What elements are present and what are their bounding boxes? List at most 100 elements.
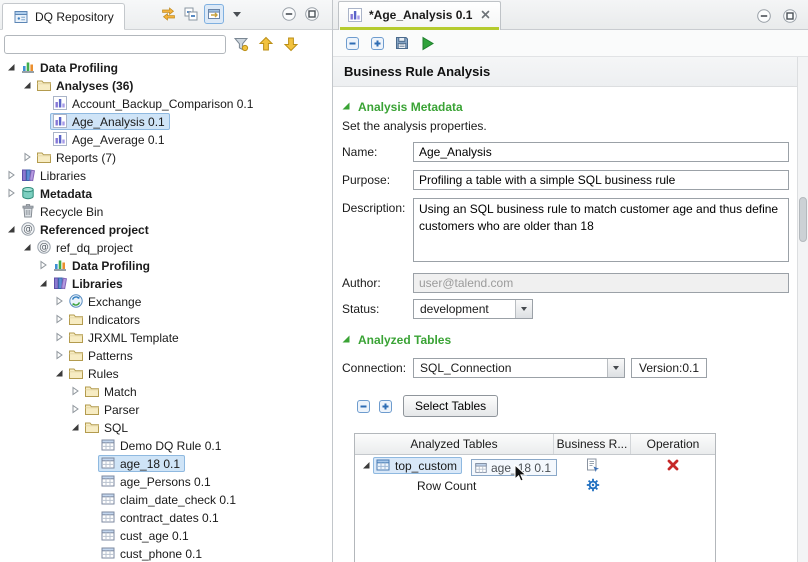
- tree-node[interactable]: Libraries: [50, 275, 128, 292]
- select-tables-button[interactable]: Select Tables: [403, 395, 498, 417]
- status-dropdown[interactable]: development: [413, 299, 533, 319]
- maximize-icon[interactable]: [302, 4, 322, 24]
- view-menu-icon[interactable]: [227, 4, 247, 24]
- tree-node[interactable]: age_Persons 0.1: [98, 473, 216, 490]
- twistie-expanded-icon[interactable]: [4, 224, 18, 234]
- description-field[interactable]: Using an SQL business rule to match cust…: [413, 198, 789, 262]
- tree-node[interactable]: Recycle Bin: [18, 203, 108, 220]
- expand-rows-icon[interactable]: [377, 398, 394, 415]
- tree-item-ref-dq-project[interactable]: @ref_dq_project: [0, 238, 332, 256]
- tree-item-metadata[interactable]: Metadata: [0, 184, 332, 202]
- tree-item-demo-dq-rule-0-1[interactable]: Demo DQ Rule 0.1: [0, 436, 332, 454]
- tree-item-libraries[interactable]: Libraries: [0, 274, 332, 292]
- tree-node[interactable]: contract_dates 0.1: [98, 509, 224, 526]
- twistie-collapsed-icon[interactable]: [4, 188, 18, 198]
- tree-item-reports-7[interactable]: Reports (7): [0, 148, 332, 166]
- editor-scrollbar[interactable]: [797, 57, 808, 562]
- collapse-sections-icon[interactable]: [342, 33, 362, 53]
- tree-node[interactable]: Data Profiling: [18, 59, 123, 76]
- previous-icon[interactable]: [257, 35, 275, 53]
- tree-node[interactable]: age_18 0.1: [98, 455, 185, 472]
- twistie-expanded-icon[interactable]: [52, 368, 66, 378]
- twistie-collapsed-icon[interactable]: [52, 350, 66, 360]
- link-with-editor-icon[interactable]: [204, 4, 224, 24]
- delete-icon[interactable]: [665, 457, 681, 473]
- twistie-expanded-icon[interactable]: [20, 242, 34, 252]
- tree-node[interactable]: JRXML Template: [66, 329, 184, 346]
- twistie-collapsed-icon[interactable]: [68, 386, 82, 396]
- tab-dq-repository[interactable]: DQ Repository: [2, 3, 125, 30]
- tree-item-jrxml-template[interactable]: JRXML Template: [0, 328, 332, 346]
- repository-filter-input[interactable]: [4, 35, 226, 54]
- collapse-rows-icon[interactable]: [355, 398, 372, 415]
- tree-item-cust-phone-0-1[interactable]: cust_phone 0.1: [0, 544, 332, 562]
- column-header-analyzed-tables[interactable]: Analyzed Tables: [355, 434, 554, 454]
- analyzed-table-row[interactable]: Row Count: [355, 475, 715, 495]
- save-icon[interactable]: [392, 33, 412, 53]
- tree-node[interactable]: claim_date_check 0.1: [98, 491, 241, 508]
- connection-dropdown[interactable]: SQL_Connection: [413, 358, 625, 378]
- tree-node[interactable]: Analyses (36): [34, 77, 138, 94]
- tree-item-data-profiling[interactable]: Data Profiling: [0, 256, 332, 274]
- table-row-node[interactable]: Row Count: [415, 477, 481, 494]
- twistie-expanded-icon[interactable]: [20, 80, 34, 90]
- tree-item-age-18-0-1[interactable]: age_18 0.1: [0, 454, 332, 472]
- minimize-icon[interactable]: [279, 4, 299, 24]
- tab-age-analysis-editor[interactable]: *Age_Analysis 0.1: [338, 1, 501, 30]
- section-analysis-metadata[interactable]: Analysis Metadata: [333, 88, 797, 118]
- twistie-collapsed-icon[interactable]: [52, 332, 66, 342]
- tree-node[interactable]: Libraries: [18, 167, 91, 184]
- maximize-icon[interactable]: [780, 6, 800, 26]
- tree-item-contract-dates-0-1[interactable]: contract_dates 0.1: [0, 508, 332, 526]
- tree-item-analyses-36[interactable]: Analyses (36): [0, 76, 332, 94]
- tree-item-libraries[interactable]: Libraries: [0, 166, 332, 184]
- twistie-expanded-icon[interactable]: [359, 460, 373, 470]
- tree-node[interactable]: cust_age 0.1: [98, 527, 194, 544]
- filter-icon[interactable]: [232, 35, 250, 53]
- tree-node[interactable]: Rules: [66, 365, 124, 382]
- tree-item-claim-date-check-0-1[interactable]: claim_date_check 0.1: [0, 490, 332, 508]
- sync-icon[interactable]: [158, 4, 178, 24]
- run-icon[interactable]: [417, 33, 437, 53]
- table-row-node[interactable]: top_custom: [373, 457, 462, 474]
- close-icon[interactable]: [481, 10, 490, 19]
- tree-item-patterns[interactable]: Patterns: [0, 346, 332, 364]
- tree-item-rules[interactable]: Rules: [0, 364, 332, 382]
- twistie-collapsed-icon[interactable]: [4, 170, 18, 180]
- twistie-collapsed-icon[interactable]: [68, 404, 82, 414]
- section-twistie-icon[interactable]: [341, 100, 351, 114]
- section-analyzed-tables[interactable]: Analyzed Tables: [333, 327, 797, 351]
- tree-node[interactable]: Data Profiling: [50, 257, 155, 274]
- tree-item-indicators[interactable]: Indicators: [0, 310, 332, 328]
- chevron-down-icon[interactable]: [607, 359, 624, 377]
- twistie-collapsed-icon[interactable]: [52, 296, 66, 306]
- tree-item-sql[interactable]: SQL: [0, 418, 332, 436]
- twistie-collapsed-icon[interactable]: [36, 260, 50, 270]
- tree-item-parser[interactable]: Parser: [0, 400, 332, 418]
- tree-node[interactable]: Reports (7): [34, 149, 121, 166]
- twistie-expanded-icon[interactable]: [4, 62, 18, 72]
- tree-node[interactable]: cust_phone 0.1: [98, 545, 207, 562]
- tree-item-exchange[interactable]: Exchange: [0, 292, 332, 310]
- tree-item-account-backup-comparison-0-1[interactable]: Account_Backup_Comparison 0.1: [0, 94, 332, 112]
- tree-item-age-average-0-1[interactable]: Age_Average 0.1: [0, 130, 332, 148]
- tree-node[interactable]: Parser: [82, 401, 144, 418]
- expand-sections-icon[interactable]: [367, 33, 387, 53]
- next-icon[interactable]: [282, 35, 300, 53]
- tree-item-data-profiling[interactable]: Data Profiling: [0, 58, 332, 76]
- tree-item-age-persons-0-1[interactable]: age_Persons 0.1: [0, 472, 332, 490]
- scrollbar-thumb[interactable]: [799, 197, 807, 242]
- name-field[interactable]: [413, 142, 789, 162]
- tree-node[interactable]: @ref_dq_project: [34, 239, 138, 256]
- tree-node[interactable]: Exchange: [66, 293, 146, 310]
- tree-node[interactable]: SQL: [82, 419, 133, 436]
- twistie-collapsed-icon[interactable]: [52, 314, 66, 324]
- tree-item-age-analysis-0-1[interactable]: Age_Analysis 0.1: [0, 112, 332, 130]
- chevron-down-icon[interactable]: [515, 300, 532, 318]
- minimize-icon[interactable]: [754, 6, 774, 26]
- twistie-expanded-icon[interactable]: [68, 422, 82, 432]
- tree-item-match[interactable]: Match: [0, 382, 332, 400]
- collapse-all-icon[interactable]: [181, 4, 201, 24]
- twistie-expanded-icon[interactable]: [36, 278, 50, 288]
- tree-node[interactable]: Indicators: [66, 311, 145, 328]
